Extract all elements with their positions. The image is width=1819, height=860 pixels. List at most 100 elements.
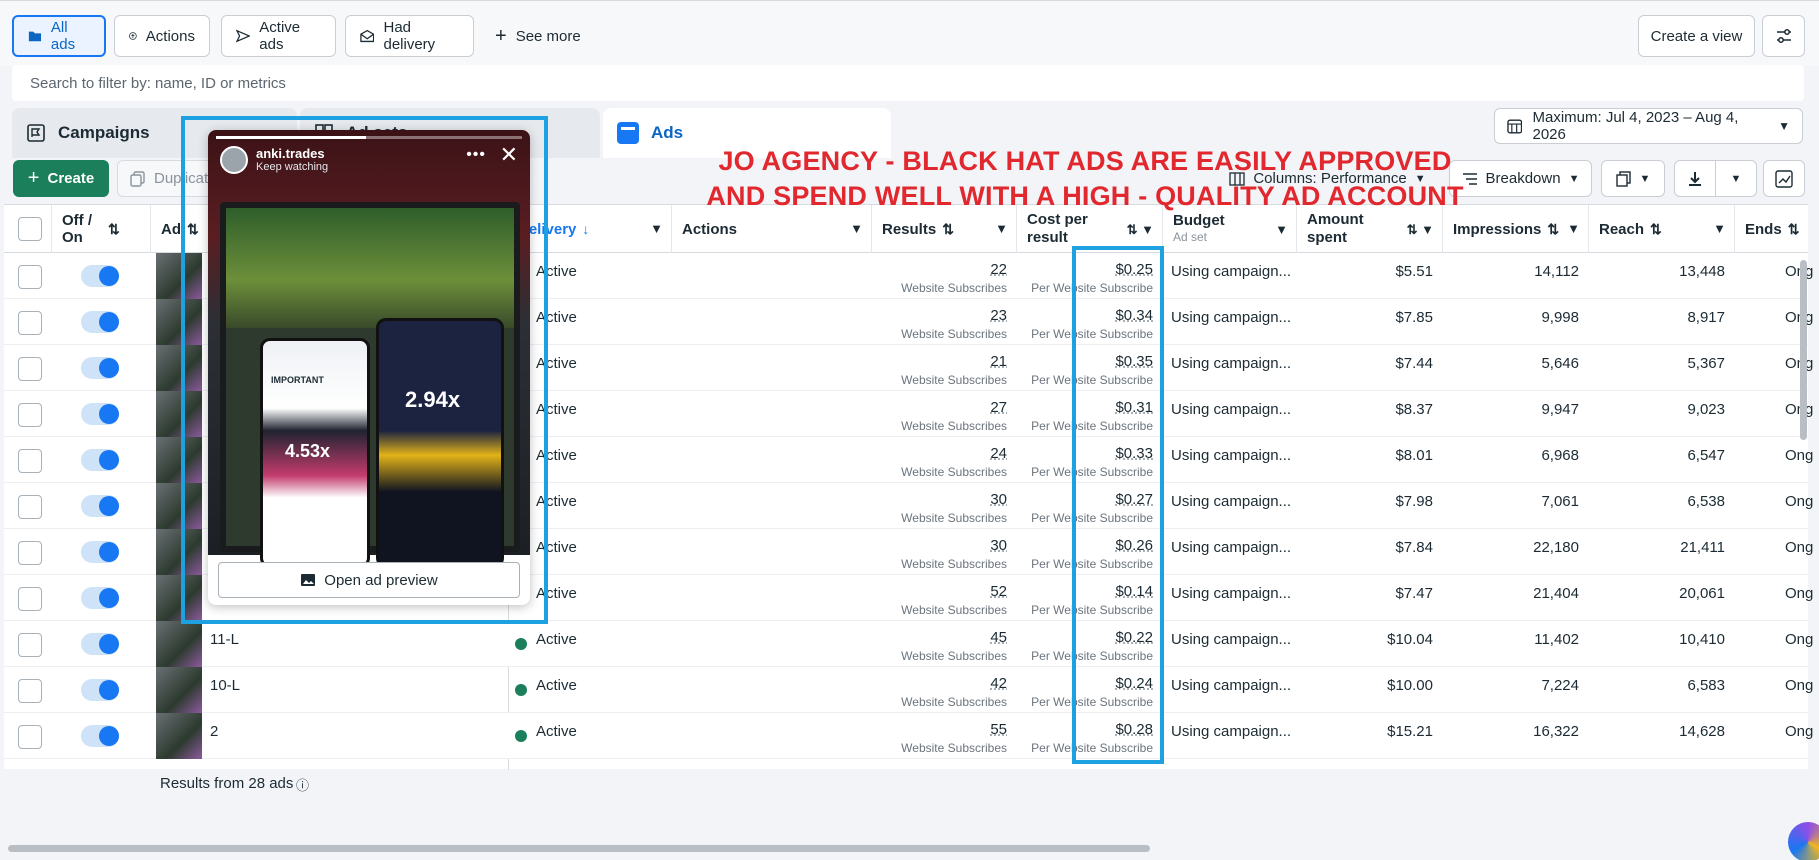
budget-value: Using campaign...: [1171, 309, 1292, 326]
info-icon[interactable]: ⓘ: [296, 775, 309, 794]
banner-line-1: JO AGENCY - BLACK HAT ADS ARE EASILY APP…: [718, 146, 1452, 176]
calendar-icon: [1507, 119, 1523, 134]
results-value[interactable]: 52: [872, 583, 1007, 600]
row-checkbox[interactable]: [18, 495, 42, 519]
horizontal-scrollbar[interactable]: [8, 845, 1150, 852]
active-ads-filter[interactable]: Active ads: [221, 15, 336, 57]
ends-value: Ong: [1785, 539, 1814, 556]
caret-down-icon: ▼: [1567, 221, 1580, 236]
results-type: Website Subscribes: [901, 511, 1007, 525]
row-checkbox[interactable]: [18, 587, 42, 611]
table-row[interactable]: 2 Active 55 Website Subscribes $0.28 Per Webs…: [4, 713, 1813, 759]
results-cell: 24 Website Subscribes: [872, 445, 1007, 479]
budget-value: Using campaign...: [1171, 585, 1292, 602]
budget-value: Using campaign...: [1171, 631, 1292, 648]
ad-thumbnail[interactable]: [156, 621, 202, 667]
toggle-knob: [99, 404, 119, 424]
sort-icon: ⇅: [108, 220, 120, 237]
assistant-logo-icon[interactable]: [1788, 822, 1819, 860]
ad-name[interactable]: 10-L: [210, 677, 240, 694]
ad-toggle[interactable]: [81, 725, 119, 747]
had-delivery-label: Had delivery: [383, 19, 436, 53]
col-reach[interactable]: Reach ⇅ ▼: [1589, 205, 1735, 253]
row-checkbox[interactable]: [18, 403, 42, 427]
row-checkbox[interactable]: [18, 541, 42, 565]
row-checkbox[interactable]: [18, 311, 42, 335]
budget-value: Using campaign...: [1171, 355, 1292, 372]
ad-toggle[interactable]: [81, 403, 119, 425]
results-value[interactable]: 24: [872, 445, 1007, 462]
all-ads-filter[interactable]: All ads: [12, 15, 106, 57]
caret-down-icon: ▼: [1778, 119, 1790, 133]
amount-spent-value: $7.44: [1395, 355, 1433, 372]
delivery-status: Active: [536, 677, 577, 694]
ad-thumbnail[interactable]: [156, 667, 202, 713]
results-value[interactable]: 21: [872, 353, 1007, 370]
see-more-button[interactable]: + See more: [495, 15, 581, 57]
row-checkbox[interactable]: [18, 265, 42, 289]
caret-down-icon: ▼: [1713, 221, 1726, 236]
reach-value: 6,583: [1687, 677, 1725, 694]
ad-toggle[interactable]: [81, 357, 119, 379]
results-value[interactable]: 55: [872, 721, 1007, 738]
had-delivery-filter[interactable]: Had delivery: [345, 15, 474, 57]
results-type: Website Subscribes: [901, 327, 1007, 341]
row-checkbox[interactable]: [18, 633, 42, 657]
results-value[interactable]: 30: [872, 491, 1007, 508]
export-menu-button[interactable]: ▼: [1715, 160, 1757, 197]
ad-name[interactable]: 11-L: [210, 631, 239, 648]
reach-value: 20,061: [1679, 585, 1725, 602]
results-value[interactable]: 22: [872, 261, 1007, 278]
select-all-cell: [4, 205, 52, 253]
results-value[interactable]: 42: [872, 675, 1007, 692]
col-impressions-label: Impressions: [1453, 220, 1542, 238]
create-button[interactable]: + Create: [13, 160, 109, 197]
create-view-button[interactable]: Create a view: [1638, 15, 1755, 57]
table-row[interactable]: 11-L Active 45 Website Subscribes $0.22 Per W…: [4, 621, 1813, 667]
upload-circle-icon: [129, 32, 137, 40]
results-value[interactable]: 30: [872, 537, 1007, 554]
ad-toggle[interactable]: [81, 311, 119, 333]
col-off-on[interactable]: Off / On ⇅: [52, 205, 151, 253]
impressions-value: 22,180: [1533, 539, 1579, 556]
results-cell: 45 Website Subscribes: [872, 629, 1007, 663]
export-button[interactable]: [1674, 160, 1716, 197]
vertical-scrollbar[interactable]: [1800, 260, 1807, 440]
col-ends[interactable]: Ends ⇅: [1735, 205, 1808, 253]
ad-name[interactable]: 2: [210, 723, 218, 740]
ad-toggle[interactable]: [81, 587, 119, 609]
col-results-label: Results: [882, 220, 937, 238]
view-setup-button[interactable]: ▼: [1601, 160, 1665, 197]
charts-button[interactable]: [1763, 160, 1805, 197]
table-row[interactable]: 10-L Active 42 Website Subscribes $0.24 Per W…: [4, 667, 1813, 713]
results-value[interactable]: 27: [872, 399, 1007, 416]
search-input[interactable]: Search to filter by: name, ID or metrics: [12, 65, 1804, 101]
actions-filter[interactable]: Actions: [114, 15, 210, 57]
date-range-picker[interactable]: Maximum: Jul 4, 2023 – Aug 4, 2026 ▼: [1494, 108, 1803, 144]
col-budget-label: Budget: [1173, 212, 1225, 229]
ad-toggle[interactable]: [81, 449, 119, 471]
results-value[interactable]: 45: [872, 629, 1007, 646]
ad-toggle[interactable]: [81, 633, 119, 655]
row-checkbox[interactable]: [18, 679, 42, 703]
sliders-icon: [1776, 29, 1791, 43]
reach-value: 5,367: [1687, 355, 1725, 372]
ad-toggle[interactable]: [81, 541, 119, 563]
toggle-knob: [99, 634, 119, 654]
ad-toggle[interactable]: [81, 679, 119, 701]
results-type: Website Subscribes: [901, 465, 1007, 479]
status-dot: [515, 638, 527, 650]
ad-toggle[interactable]: [81, 495, 119, 517]
results-cell: 22 Website Subscribes: [872, 261, 1007, 295]
ad-thumbnail[interactable]: [156, 713, 202, 759]
select-all-checkbox[interactable]: [18, 217, 42, 241]
row-checkbox[interactable]: [18, 357, 42, 381]
col-off-on-label: Off / On: [62, 212, 92, 246]
filter-settings-button[interactable]: [1762, 15, 1805, 57]
results-value[interactable]: 23: [872, 307, 1007, 324]
ad-toggle[interactable]: [81, 265, 119, 287]
row-checkbox[interactable]: [18, 725, 42, 749]
col-ends-label: Ends: [1745, 220, 1782, 238]
row-checkbox[interactable]: [18, 449, 42, 473]
send-icon: [236, 29, 251, 43]
